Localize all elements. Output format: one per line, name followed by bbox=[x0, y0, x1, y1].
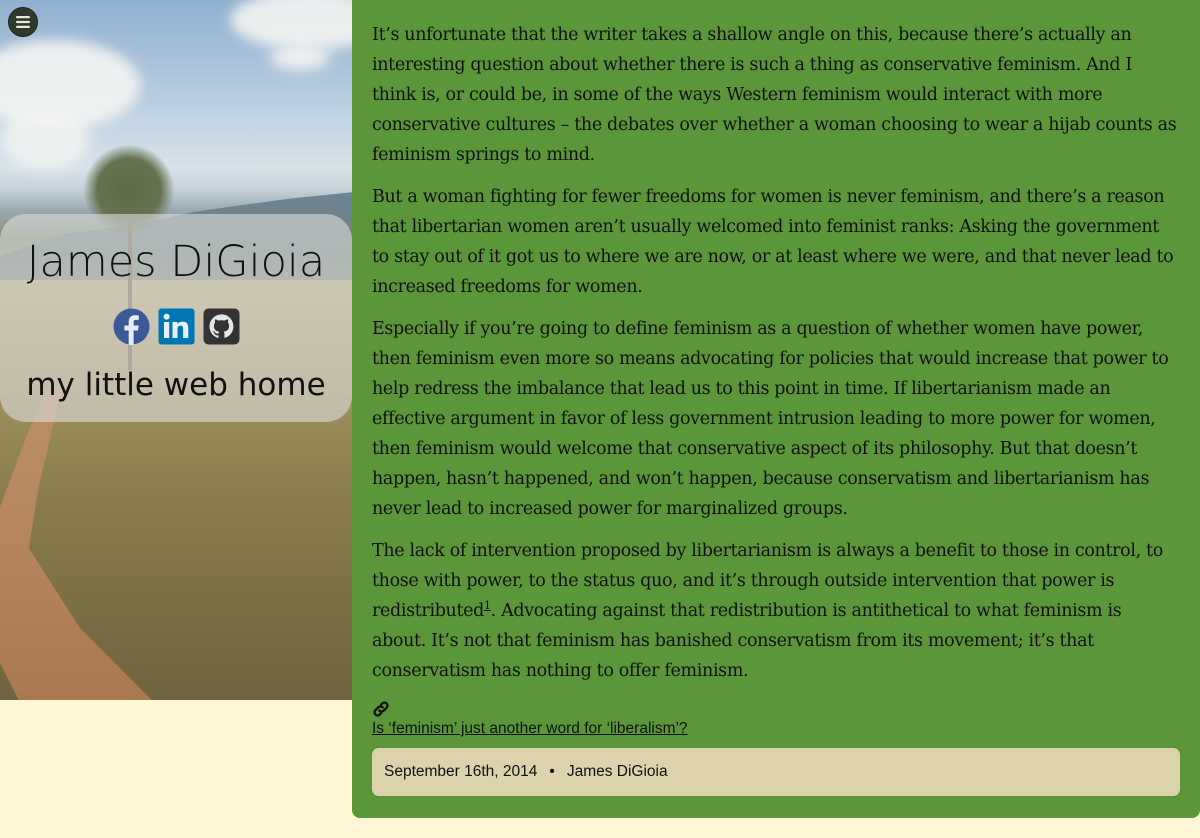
identity-card: James DiGioia my little web home bbox=[0, 214, 352, 422]
post-date[interactable]: September 16th, 2014 bbox=[384, 763, 537, 781]
paragraph-text: . Advocating against that redistribution… bbox=[372, 601, 1122, 681]
meta-separator: • bbox=[549, 763, 555, 780]
github-icon[interactable] bbox=[203, 308, 240, 345]
article-paragraph: But a woman fighting for fewer freedoms … bbox=[372, 187, 1174, 297]
link-icon[interactable] bbox=[372, 700, 390, 718]
source-article-link[interactable]: Is ‘feminism’ just another word for ‘lib… bbox=[372, 718, 688, 740]
facebook-icon[interactable] bbox=[113, 308, 150, 345]
footnote-link[interactable]: 1 bbox=[484, 599, 491, 612]
linkedin-icon[interactable] bbox=[158, 308, 195, 345]
menu-button[interactable] bbox=[8, 7, 38, 37]
article-paragraph: It’s unfortunate that the writer takes a… bbox=[372, 25, 1177, 165]
site-tagline: my little web home bbox=[26, 367, 326, 403]
post-meta: September 16th, 2014 • James DiGioia bbox=[372, 748, 1180, 796]
social-links bbox=[0, 308, 352, 346]
site-name[interactable]: James DiGioia bbox=[0, 236, 352, 288]
hamburger-menu-icon bbox=[16, 16, 30, 28]
article-paragraph: The lack of intervention proposed by lib… bbox=[372, 536, 1180, 686]
article-card: It’s unfortunate that the writer takes a… bbox=[352, 0, 1200, 818]
article-paragraph: Especially if you’re going to define fem… bbox=[372, 319, 1169, 519]
post-author[interactable]: James DiGioia bbox=[567, 763, 668, 781]
